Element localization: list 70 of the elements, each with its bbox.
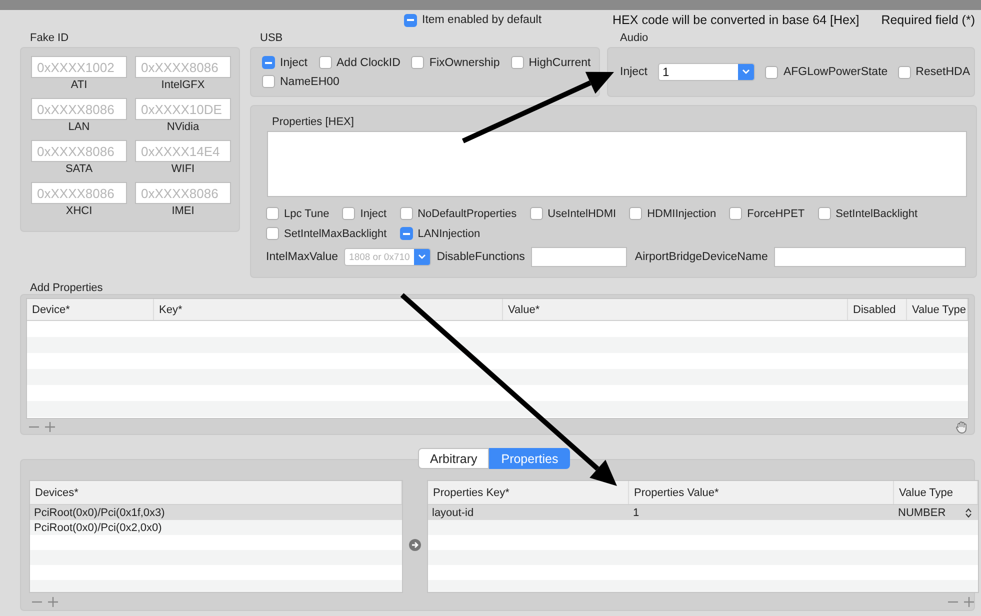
checkbox[interactable]: HighCurrent: [510, 56, 591, 69]
inject-dropdown[interactable]: 1: [658, 63, 756, 81]
info-text: Required field (*): [881, 13, 975, 27]
field-label: ATI: [70, 78, 88, 93]
column-header[interactable]: Device*: [27, 299, 154, 320]
chevron-down-icon: [418, 254, 426, 260]
checkbox[interactable]: Inject: [342, 207, 387, 220]
device-path[interactable]: PciRoot(0x0)/Pci(0x1f,0x3): [30, 505, 402, 520]
hex-text-area[interactable]: [267, 131, 967, 197]
checkbox[interactable]: Add ClockID: [318, 56, 400, 69]
checkbox[interactable]: NoDefaultProperties: [400, 207, 517, 220]
column-header[interactable]: Devices*: [30, 481, 402, 504]
info-text: HEX code will be converted in base 64 [Hex]: [612, 13, 860, 27]
value-type-selector[interactable]: NUMBER: [894, 505, 978, 520]
input-field[interactable]: 0xXXXX8086: [135, 182, 231, 204]
input-field[interactable]: 0xXXXX14E4: [135, 140, 231, 162]
input-field[interactable]: 0xXXXX8086: [31, 182, 127, 204]
field-label: WIFI: [171, 162, 195, 177]
input-field[interactable]: 0xXXXX10DE: [135, 98, 231, 120]
checkbox[interactable]: AFGLowPowerState: [765, 66, 888, 78]
field-label: Inject: [620, 66, 648, 78]
checkbox[interactable]: FixOwnership: [411, 56, 500, 69]
field-label: IMEI: [172, 204, 194, 219]
section-title: Add Properties: [29, 281, 103, 294]
checkbox[interactable]: HDMIInjection: [629, 207, 716, 220]
field-label: IntelGFX: [161, 78, 205, 93]
section-title: Fake ID: [29, 31, 70, 46]
table-cell-text: layout-id: [431, 506, 475, 520]
checkbox[interactable]: ResetHDA: [898, 66, 970, 78]
field-label: AirportBridgeDeviceName: [634, 251, 768, 263]
column-header[interactable]: Value Type: [894, 481, 978, 504]
column-header[interactable]: Value Type: [907, 299, 968, 320]
section-title: USB: [259, 31, 284, 46]
checkbox[interactable]: UseIntelHDMI: [530, 207, 616, 220]
field-label: SATA: [65, 162, 93, 177]
tab[interactable]: Arbitrary: [418, 448, 490, 469]
input-field[interactable]: 0xXXXX8086: [135, 56, 231, 78]
checkbox[interactable]: Inject: [262, 56, 308, 69]
column-header[interactable]: Disabled: [848, 299, 907, 320]
field-label: DisableFunctions: [436, 251, 525, 263]
add-icon[interactable]: [44, 421, 56, 433]
section-title: Audio: [619, 31, 650, 46]
checkbox[interactable]: LANInjection: [400, 227, 480, 240]
arrow-right-circle-icon[interactable]: [409, 539, 421, 551]
add-icon[interactable]: [963, 596, 975, 608]
checkbox[interactable]: SetIntelMaxBacklight: [266, 227, 387, 240]
field-label: NVidia: [166, 120, 200, 135]
section-title: Properties [HEX]: [271, 115, 355, 130]
checkbox[interactable]: NameEH00: [262, 75, 340, 88]
add-icon[interactable]: [47, 596, 59, 608]
field-label: LAN: [68, 120, 90, 135]
input-field[interactable]: 0xXXXX8086: [31, 140, 127, 162]
field-label: IntelMaxValue: [266, 251, 338, 263]
column-header[interactable]: Key*: [154, 299, 503, 320]
column-header[interactable]: Value*: [503, 299, 848, 320]
checkbox[interactable]: Lpc Tune: [266, 207, 330, 220]
checkbox[interactable]: ForceHPET: [729, 207, 805, 220]
field-label: XHCI: [66, 204, 92, 219]
input-field[interactable]: [530, 247, 627, 267]
stepper-icon: [965, 508, 972, 518]
table-cell-text: 1: [632, 506, 640, 520]
checkbox[interactable]: Item enabled by default: [404, 14, 542, 26]
chevron-down-icon: [742, 69, 750, 75]
checkbox[interactable]: SetIntelBacklight: [818, 207, 918, 220]
input-field[interactable]: 0xXXXX8086: [31, 98, 127, 120]
device-path[interactable]: PciRoot(0x0)/Pci(0x2,0x0): [30, 520, 402, 535]
input-field[interactable]: [774, 247, 966, 267]
hand-icon[interactable]: [955, 420, 969, 434]
input-field[interactable]: 0xXXXX1002: [31, 56, 127, 78]
column-header[interactable]: Properties Value*: [629, 481, 894, 504]
